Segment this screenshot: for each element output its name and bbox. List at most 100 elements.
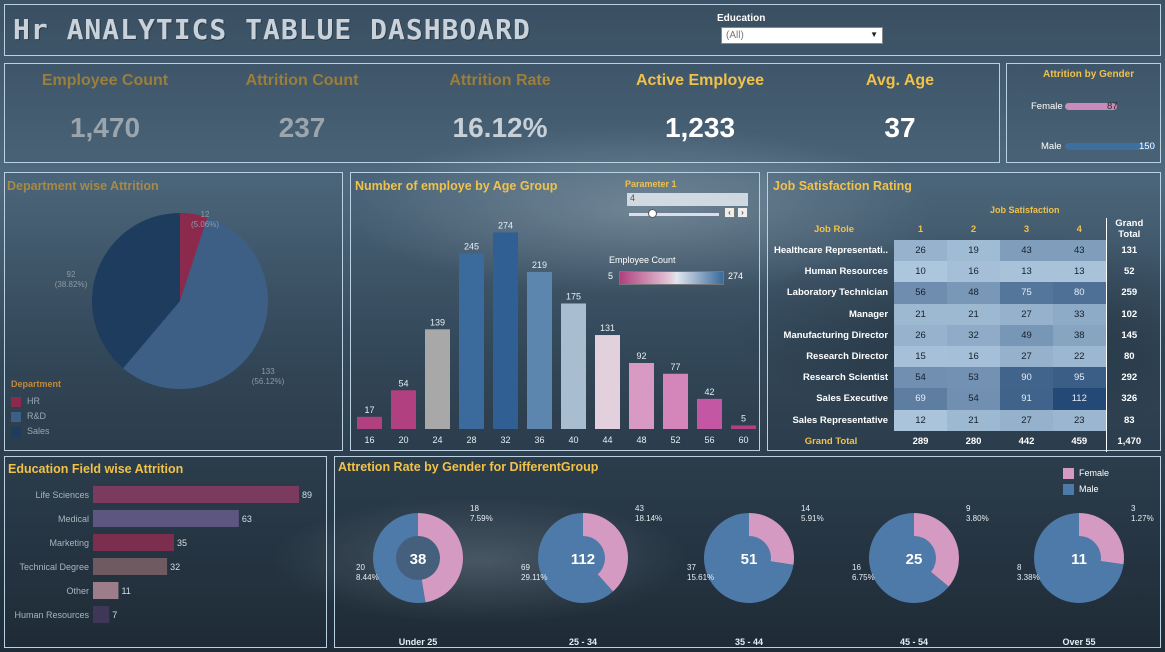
table-cell[interactable]: 112 (1053, 388, 1107, 410)
table-cell[interactable]: 23 (1053, 409, 1107, 431)
row-grand-total: 145 (1105, 324, 1153, 346)
table-cell[interactable]: 21 (894, 303, 948, 325)
table-cell[interactable]: 22 (1053, 345, 1107, 368)
table-cell[interactable]: 90 (1000, 367, 1054, 389)
table-cell[interactable]: 48 (947, 282, 1001, 304)
education-bar[interactable] (93, 558, 168, 575)
table-cell[interactable]: 26 (894, 324, 948, 346)
table-row[interactable]: Human Resources 10 16 13 13 52 (774, 261, 1153, 283)
table-row[interactable]: Research Director 15 16 27 22 80 (774, 345, 1153, 368)
table-row[interactable]: Manager 21 21 27 33 102 (774, 303, 1153, 325)
table-cell[interactable]: 49 (1000, 324, 1054, 346)
age-bar[interactable] (391, 390, 416, 429)
row-label: Sales Executive (816, 393, 889, 405)
table-row[interactable]: Sales Executive 69 54 91 112 326 (774, 388, 1153, 410)
education-bar[interactable] (93, 486, 299, 503)
department-legend: HR R&D Sales (11, 394, 50, 439)
table-cell[interactable]: 80 (1053, 282, 1107, 304)
table-cell[interactable]: 16 (947, 345, 1001, 368)
row-label: Manager (848, 308, 889, 320)
gender-group-panel: Attretion Rate by Gender for DifferentGr… (334, 456, 1161, 648)
table-cell[interactable]: 26 (894, 240, 948, 262)
pie-data-label: 12 (201, 210, 210, 219)
education-filter-value: (All) (726, 30, 744, 41)
donut-male-label: 16 (852, 563, 861, 572)
table-row[interactable]: Healthcare Representati.. 26 19 43 43 131 (774, 240, 1153, 262)
age-bar[interactable] (561, 303, 586, 429)
table-cell[interactable]: 43 (1053, 240, 1107, 262)
education-bar[interactable] (93, 534, 175, 551)
table-row[interactable]: Research Scientist 54 53 90 95 292 (774, 367, 1153, 389)
pie-data-label: 133 (261, 367, 275, 376)
legend-item-rd[interactable]: R&D (11, 409, 50, 424)
table-cell[interactable]: 12 (894, 409, 948, 431)
age-bar[interactable] (527, 271, 552, 429)
donut-male-label: 29.11% (521, 573, 548, 582)
age-bar[interactable] (731, 425, 756, 429)
legend-title: Department (11, 379, 62, 389)
legend-item-hr[interactable]: HR (11, 394, 50, 409)
table-cell[interactable]: 53 (947, 367, 1001, 389)
table-cell[interactable]: 13 (1053, 261, 1107, 283)
table-row[interactable]: Manufacturing Director 26 32 49 38 145 (774, 324, 1153, 346)
table-cell[interactable]: 19 (947, 240, 1001, 262)
education-filter-dropdown[interactable]: (All) ▼ (721, 27, 883, 44)
education-bar[interactable] (93, 606, 110, 623)
table-cell[interactable]: 69 (894, 388, 948, 410)
chevron-down-icon[interactable]: ▼ (870, 30, 878, 39)
table-cell[interactable]: 27 (1000, 409, 1054, 431)
table-cell[interactable]: 38 (1053, 324, 1107, 346)
legend-label: HR (27, 396, 40, 406)
row-label: Research Director (806, 351, 889, 363)
age-bar[interactable] (459, 253, 484, 429)
department-pie-chart[interactable]: 12(5.06%) 133(56.12%) 92(38.82%) (5, 173, 341, 449)
education-field-bar-chart[interactable]: Life Sciences 89 Medical 63 Marketing 35 Techn… (5, 457, 325, 647)
donut-center-total: 25 (906, 551, 923, 568)
x-tick-label: 44 (602, 435, 612, 445)
table-cell[interactable]: 33 (1053, 303, 1107, 325)
gender-group-donut-charts[interactable]: 38187.59%208.44%Under 251124318.14%6929.… (335, 457, 1159, 647)
table-cell[interactable]: 95 (1053, 367, 1107, 389)
table-cell[interactable]: 32 (947, 324, 1001, 346)
bar-value-label: 35 (177, 538, 187, 548)
bar-value-label: 219 (532, 260, 547, 270)
table-cell[interactable]: 13 (1000, 261, 1054, 283)
age-bar[interactable] (697, 398, 722, 429)
table-cell[interactable]: 54 (894, 367, 948, 389)
table-cell[interactable]: 27 (1000, 345, 1054, 368)
table-cell[interactable]: 56 (894, 282, 948, 304)
donut-group-label: 35 - 44 (735, 637, 763, 647)
table-cell[interactable]: 21 (947, 409, 1001, 431)
table-row[interactable]: Sales Representative 12 21 27 23 83 (774, 409, 1153, 431)
category-label: Human Resources (14, 610, 89, 620)
age-bar[interactable] (595, 335, 620, 429)
kpi-label: Attrition Rate (449, 72, 551, 89)
donut-female-label: 3.80% (966, 514, 989, 523)
row-grand-total: 52 (1105, 261, 1153, 283)
age-bar[interactable] (629, 363, 654, 429)
grand-total-value: 280 (965, 435, 982, 447)
age-bar[interactable] (493, 232, 518, 429)
age-bar[interactable] (357, 416, 382, 429)
education-bar[interactable] (93, 510, 239, 527)
age-group-bar-chart[interactable]: 17 16 54 20 139 24 245 28 274 32 219 36 175 40 131 44 92… (351, 173, 758, 449)
header-panel: Hr ANALYTICS TABLUE DASHBOARD Education … (4, 4, 1161, 56)
table-cell[interactable]: 10 (894, 261, 948, 283)
age-bar[interactable] (663, 373, 688, 429)
table-subheader: Job Satisfaction (990, 205, 1060, 215)
legend-item-sales[interactable]: Sales (11, 424, 50, 439)
table-cell[interactable]: 75 (1000, 282, 1054, 304)
age-bar[interactable] (425, 329, 450, 429)
table-cell[interactable]: 21 (947, 303, 1001, 325)
table-cell[interactable]: 43 (1000, 240, 1054, 262)
row-grand-total: 259 (1105, 282, 1153, 304)
table-cell[interactable]: 91 (1000, 388, 1054, 410)
table-cell[interactable]: 27 (1000, 303, 1054, 325)
table-cell[interactable]: 54 (947, 388, 1001, 410)
table-row[interactable]: Laboratory Technician 56 48 75 80 259 (774, 282, 1153, 304)
pie-data-label: (38.82%) (55, 280, 88, 289)
education-bar[interactable] (93, 582, 119, 599)
x-tick-label: 16 (364, 435, 374, 445)
table-cell[interactable]: 16 (947, 261, 1001, 283)
table-cell[interactable]: 15 (894, 345, 948, 368)
